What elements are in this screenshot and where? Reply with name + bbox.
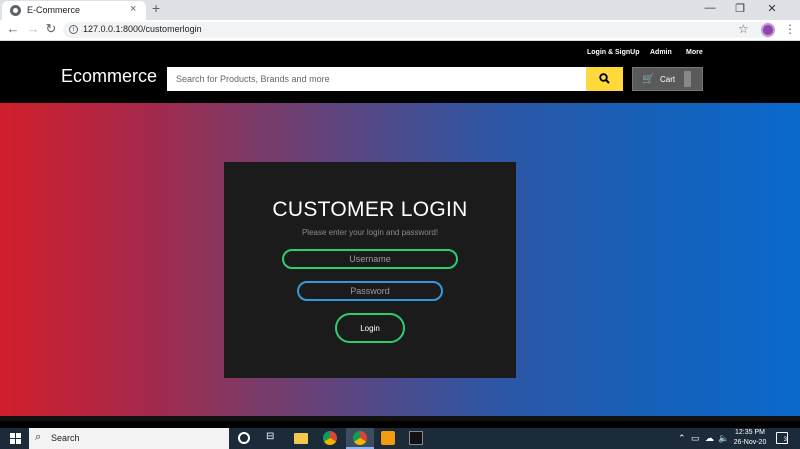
forward-arrow-icon[interactable]: → <box>26 21 40 36</box>
browser-tab[interactable]: E-Commerce × <box>2 1 146 20</box>
terminal-icon[interactable] <box>409 431 423 445</box>
minimize-button[interactable]: — <box>700 2 720 14</box>
login-button[interactable]: Login <box>335 313 405 343</box>
login-card: CUSTOMER LOGIN Please enter your login a… <box>224 162 516 378</box>
file-explorer-icon[interactable] <box>294 433 308 444</box>
site-header: Login & SignUp Admin More Ecommerce 🛒 Ca… <box>0 42 800 103</box>
cloud-icon[interactable]: ☁ <box>705 433 714 444</box>
search-input[interactable] <box>167 67 586 91</box>
cortana-icon[interactable] <box>238 432 250 444</box>
username-field[interactable] <box>282 249 458 269</box>
bookmark-star-icon[interactable]: ☆ <box>738 22 749 36</box>
chrome-active-icon <box>353 431 367 445</box>
taskbar-search[interactable]: ⌕ Search <box>29 428 229 449</box>
admin-link[interactable]: Admin <box>650 49 672 56</box>
taskbar-active-app[interactable] <box>346 428 374 449</box>
tab-close-icon[interactable]: × <box>130 3 136 15</box>
notification-icon[interactable]: 3 <box>776 432 788 444</box>
info-icon[interactable]: i <box>69 25 78 34</box>
new-tab-button[interactable]: + <box>152 0 160 16</box>
search-box <box>167 67 586 91</box>
cart-label: Cart <box>660 75 676 84</box>
tab-title: E-Commerce <box>27 5 81 15</box>
reload-icon[interactable]: ↻ <box>44 21 58 37</box>
footer-strip <box>0 416 800 421</box>
windows-taskbar: ⌕ Search ⊟ ⌃ ▭ ☁ 🔈 12:35 PM 26-Nov-20 3 <box>0 428 800 449</box>
url-text[interactable]: 127.0.0.1:8000/customerlogin <box>83 24 202 34</box>
cart-icon: 🛒 <box>642 74 655 85</box>
cart-button[interactable]: 🛒 Cart <box>632 67 703 91</box>
login-signup-link[interactable]: Login & SignUp <box>587 49 640 56</box>
search-icon <box>599 73 610 84</box>
browser-tab-strip: E-Commerce × + — ❐ ✕ <box>0 0 800 20</box>
address-bar[interactable]: i 127.0.0.1:8000/customerlogin <box>63 22 775 38</box>
password-field[interactable] <box>297 281 443 301</box>
browser-toolbar: ← → ↻ i 127.0.0.1:8000/customerlogin ☆ ⋮ <box>0 20 800 41</box>
login-subtitle: Please enter your login and password! <box>301 228 439 237</box>
globe-favicon-icon <box>10 5 21 16</box>
search-icon: ⌕ <box>35 431 42 443</box>
clock-time[interactable]: 12:35 PM <box>732 429 768 436</box>
clock-date[interactable]: 26-Nov-20 <box>730 439 770 446</box>
site-brand[interactable]: Ecommerce <box>61 66 157 87</box>
profile-avatar-icon[interactable] <box>761 23 775 37</box>
login-title: CUSTOMER LOGIN <box>272 198 468 221</box>
kebab-menu-icon[interactable]: ⋮ <box>784 22 796 36</box>
more-link[interactable]: More <box>686 49 703 56</box>
tray-chevron-icon[interactable]: ⌃ <box>678 433 686 444</box>
cart-count-badge <box>684 71 691 87</box>
chrome-icon[interactable] <box>323 431 337 445</box>
sublime-text-icon[interactable] <box>381 431 395 445</box>
task-view-icon[interactable]: ⊟ <box>266 431 280 445</box>
search-button[interactable] <box>586 67 623 91</box>
windows-start-icon[interactable] <box>10 433 21 444</box>
restore-button[interactable]: ❐ <box>730 2 750 15</box>
taskbar-search-label: Search <box>51 433 80 443</box>
battery-icon[interactable]: ▭ <box>691 433 700 444</box>
close-window-button[interactable]: ✕ <box>762 2 782 15</box>
back-arrow-icon[interactable]: ← <box>6 21 20 36</box>
volume-icon[interactable]: 🔈 <box>718 433 729 444</box>
